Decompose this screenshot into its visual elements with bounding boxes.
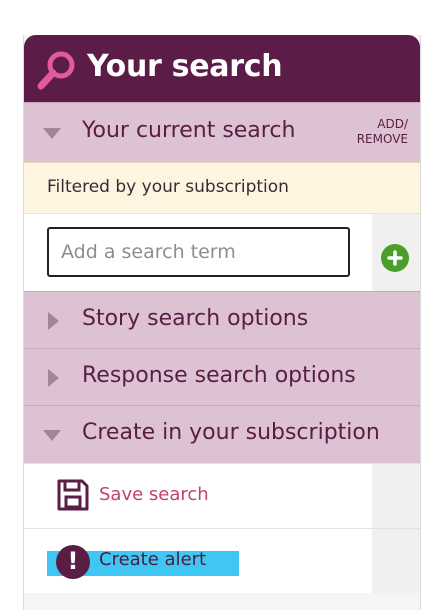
search-row [24,213,420,292]
story-options-section[interactable]: Story search options [24,291,420,349]
save-search-row[interactable]: Save search [24,463,420,528]
floppy-disk-icon [57,479,89,511]
row-side-panel [372,464,420,528]
create-alert-row[interactable]: ! Create alert [24,528,420,593]
current-search-label: Your current search [82,118,296,143]
create-alert-link[interactable]: Create alert [99,549,206,570]
search-input[interactable] [47,227,350,277]
save-search-link[interactable]: Save search [99,484,209,505]
response-options-section[interactable]: Response search options [24,348,420,406]
panel-header: Your search [24,35,420,102]
current-search-section[interactable]: Your current search ADD/ REMOVE [24,102,420,163]
chevron-right-icon [48,369,59,387]
create-section[interactable]: Create in your subscription [24,405,420,463]
story-options-label: Story search options [82,306,309,331]
exclamation-icon: ! [56,545,90,579]
create-section-label: Create in your subscription [82,420,380,445]
search-panel: Your search Your current search ADD/ REM… [23,35,421,610]
filter-note: Filtered by your subscription [24,162,420,213]
add-term-button[interactable] [381,244,409,272]
chevron-down-icon [43,430,61,441]
add-remove-link[interactable]: ADD/ REMOVE [357,117,408,147]
chevron-down-icon [43,128,61,139]
chevron-right-icon [48,312,59,330]
row-side-panel [372,529,420,593]
add-text: ADD/ [377,117,408,131]
response-options-label: Response search options [82,363,356,388]
search-icon [37,51,75,90]
filter-note-text: Filtered by your subscription [47,177,289,197]
panel-title: Your search [87,49,283,84]
plus-icon [387,250,403,266]
remove-text: REMOVE [356,132,408,146]
